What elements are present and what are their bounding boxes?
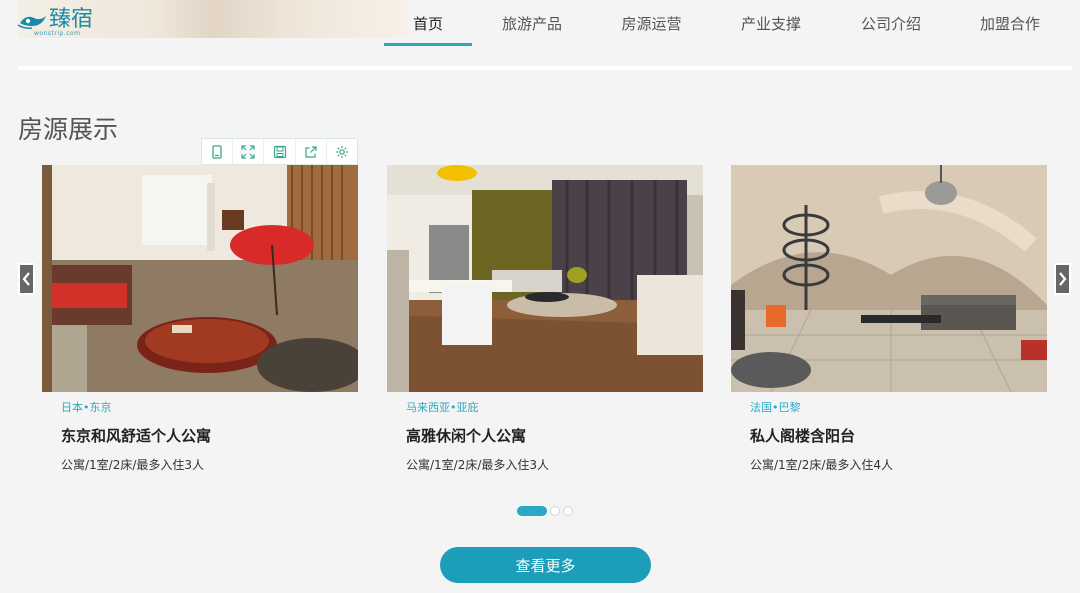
header-divider [18, 66, 1072, 70]
property-description: 公寓/1室/2床/最多入住3人 [406, 458, 550, 472]
chevron-left-icon [22, 272, 30, 286]
logo[interactable]: 臻宿 [17, 7, 94, 32]
property-description: 公寓/1室/2床/最多入住3人 [61, 458, 205, 472]
tablet-icon[interactable] [202, 139, 234, 164]
nav-item-home[interactable]: 首页 [384, 0, 472, 46]
carousel-next-button[interactable] [1054, 263, 1071, 295]
section-title: 房源展示 [18, 115, 119, 144]
carousel-pager [517, 506, 573, 516]
main-nav: 首页 旅游产品 房源运营 产业支撑 公司介绍 加盟合作 [384, 0, 1069, 46]
property-photo[interactable] [42, 165, 358, 392]
property-card[interactable]: 马来西亚•亚庇 高雅休闲个人公寓 公寓/1室/2床/最多入住3人 [387, 165, 703, 473]
pager-dot-active[interactable] [517, 506, 547, 516]
nav-item-franchise[interactable]: 加盟合作 [951, 0, 1069, 46]
logo-text: 臻宿 [49, 7, 94, 32]
nav-item-travel-products[interactable]: 旅游产品 [472, 0, 592, 46]
view-more-button[interactable]: 查看更多 [440, 547, 651, 583]
property-location: 日本•东京 [61, 401, 112, 414]
image-toolbar [201, 138, 358, 165]
pager-dot[interactable] [550, 506, 560, 516]
property-card[interactable]: 日本•东京 东京和风舒适个人公寓 公寓/1室/2床/最多入住3人 [42, 165, 358, 473]
carousel-prev-button[interactable] [18, 263, 35, 295]
property-photo[interactable] [731, 165, 1047, 392]
chevron-right-icon [1059, 272, 1067, 286]
property-location: 法国•巴黎 [750, 401, 801, 414]
property-photo[interactable] [387, 165, 703, 392]
property-title[interactable]: 高雅休闲个人公寓 [406, 425, 703, 446]
logo-subtext: wonstrip.com [34, 30, 81, 37]
expand-icon[interactable] [233, 139, 265, 164]
property-title[interactable]: 私人阁楼含阳台 [750, 425, 1047, 446]
property-description: 公寓/1室/2床/最多入住4人 [750, 458, 894, 472]
header: 臻宿 wonstrip.com 首页 旅游产品 房源运营 产业支撑 公司介绍 加… [0, 0, 1080, 46]
pager-dot[interactable] [563, 506, 573, 516]
share-icon[interactable] [296, 139, 327, 164]
nav-item-industry-support[interactable]: 产业支撑 [711, 0, 831, 46]
property-title[interactable]: 东京和风舒适个人公寓 [61, 425, 358, 446]
save-icon[interactable] [264, 139, 296, 164]
logo-mark-icon [17, 8, 48, 32]
property-location: 马来西亚•亚庇 [406, 401, 479, 414]
settings-icon[interactable] [327, 139, 357, 164]
nav-item-property-operation[interactable]: 房源运营 [592, 0, 711, 46]
property-card[interactable]: 法国•巴黎 私人阁楼含阳台 公寓/1室/2床/最多入住4人 [731, 165, 1047, 473]
nav-item-company-intro[interactable]: 公司介绍 [831, 0, 951, 46]
